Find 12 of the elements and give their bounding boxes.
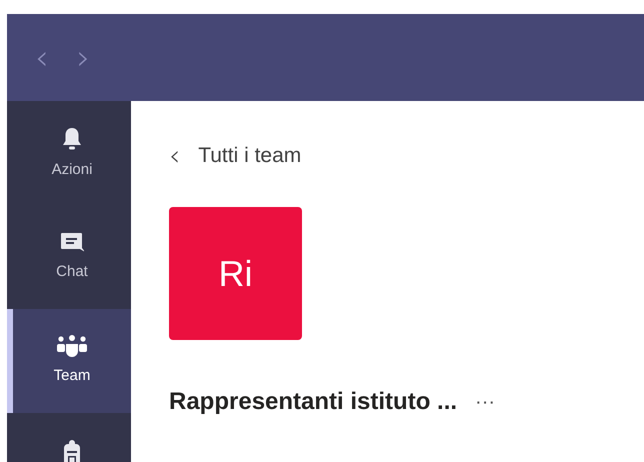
team-icon bbox=[56, 335, 88, 359]
back-arrow-icon: ‹ bbox=[169, 142, 180, 170]
nav-label: Team bbox=[54, 366, 90, 386]
nav-item[interactable]: Chat bbox=[7, 205, 131, 309]
nav-item[interactable]: Team bbox=[7, 309, 131, 413]
team-name: Rappresentanti istituto ... bbox=[169, 387, 458, 417]
more-options-button[interactable]: ··· bbox=[475, 392, 496, 412]
all-teams-link[interactable]: ‹ Tutti i team bbox=[169, 143, 644, 169]
team-avatar: Ri bbox=[169, 207, 302, 340]
nav-item[interactable]: Azioni bbox=[7, 101, 131, 205]
nav-label: Azioni bbox=[52, 160, 92, 180]
nav-label: Chat bbox=[56, 262, 88, 282]
